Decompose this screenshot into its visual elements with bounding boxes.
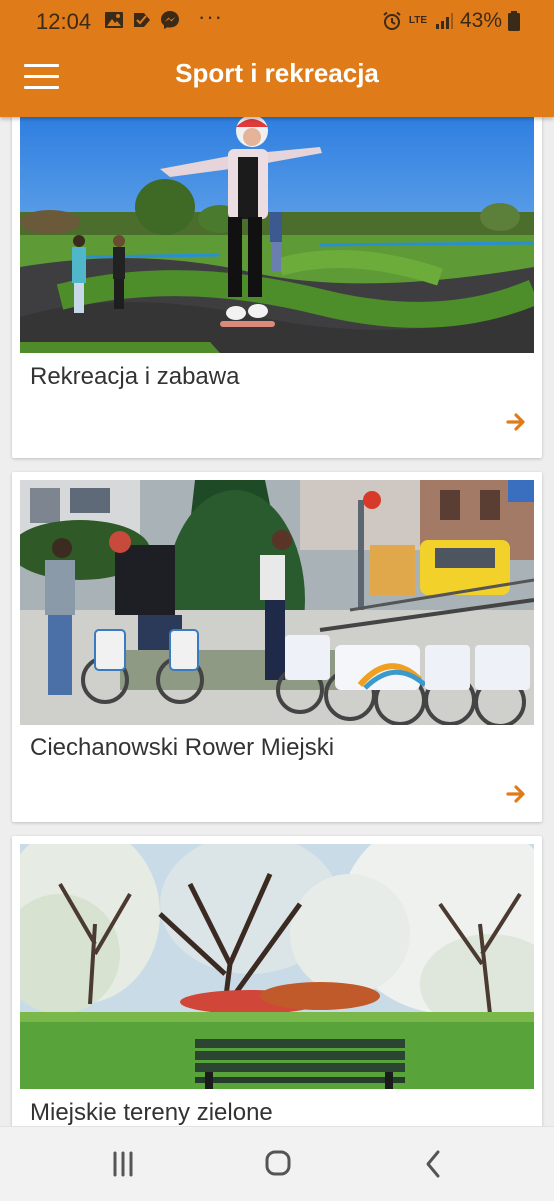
network-type: LTE <box>408 15 428 26</box>
home-icon[interactable] <box>258 1147 298 1181</box>
notification-icons <box>104 10 180 30</box>
more-notifications-indicator: ··· <box>198 4 223 29</box>
card-list[interactable]: Rekreacja i zabawa Ciechanowski Rower Mi… <box>0 117 554 1126</box>
pumptrack-skateboard-photo <box>20 117 534 353</box>
card-title: Ciechanowski Rower Miejski <box>30 734 335 761</box>
card-title: Miejskie tereny zielone <box>30 1099 273 1126</box>
battery-percent: 43% <box>459 9 502 32</box>
card-miejskie-tereny-zielone[interactable]: Miejskie tereny zielone <box>12 836 542 1126</box>
arrow-right-icon[interactable] <box>506 784 526 804</box>
city-bikes-photo <box>20 480 534 725</box>
messenger-icon <box>161 11 179 29</box>
page-title: Sport i rekreacja <box>175 58 379 88</box>
card-title: Rekreacja i zabawa <box>30 363 240 390</box>
status-time: 12:04 <box>36 9 92 34</box>
status-bar: 12:04 ··· LTE 43% <box>0 0 554 44</box>
battery-icon <box>508 11 520 31</box>
app-bar: 12:04 ··· LTE 43% Sport i rekreacja <box>0 0 554 117</box>
back-icon[interactable] <box>413 1147 453 1181</box>
card-rekreacja-i-zabawa[interactable]: Rekreacja i zabawa <box>12 117 542 458</box>
signal-icon <box>435 13 453 29</box>
check-icon <box>134 13 150 27</box>
gallery-icon <box>105 12 123 28</box>
park-blossom-photo <box>20 844 534 1089</box>
arrow-right-icon[interactable] <box>506 412 526 432</box>
card-ciechanowski-rower-miejski[interactable]: Ciechanowski Rower Miejski <box>12 472 542 822</box>
toolbar: Sport i rekreacja <box>0 44 554 117</box>
system-nav-bar <box>0 1126 554 1201</box>
system-status: LTE 43% <box>382 9 520 33</box>
alarm-icon <box>383 11 401 30</box>
recent-apps-icon[interactable] <box>103 1147 143 1181</box>
